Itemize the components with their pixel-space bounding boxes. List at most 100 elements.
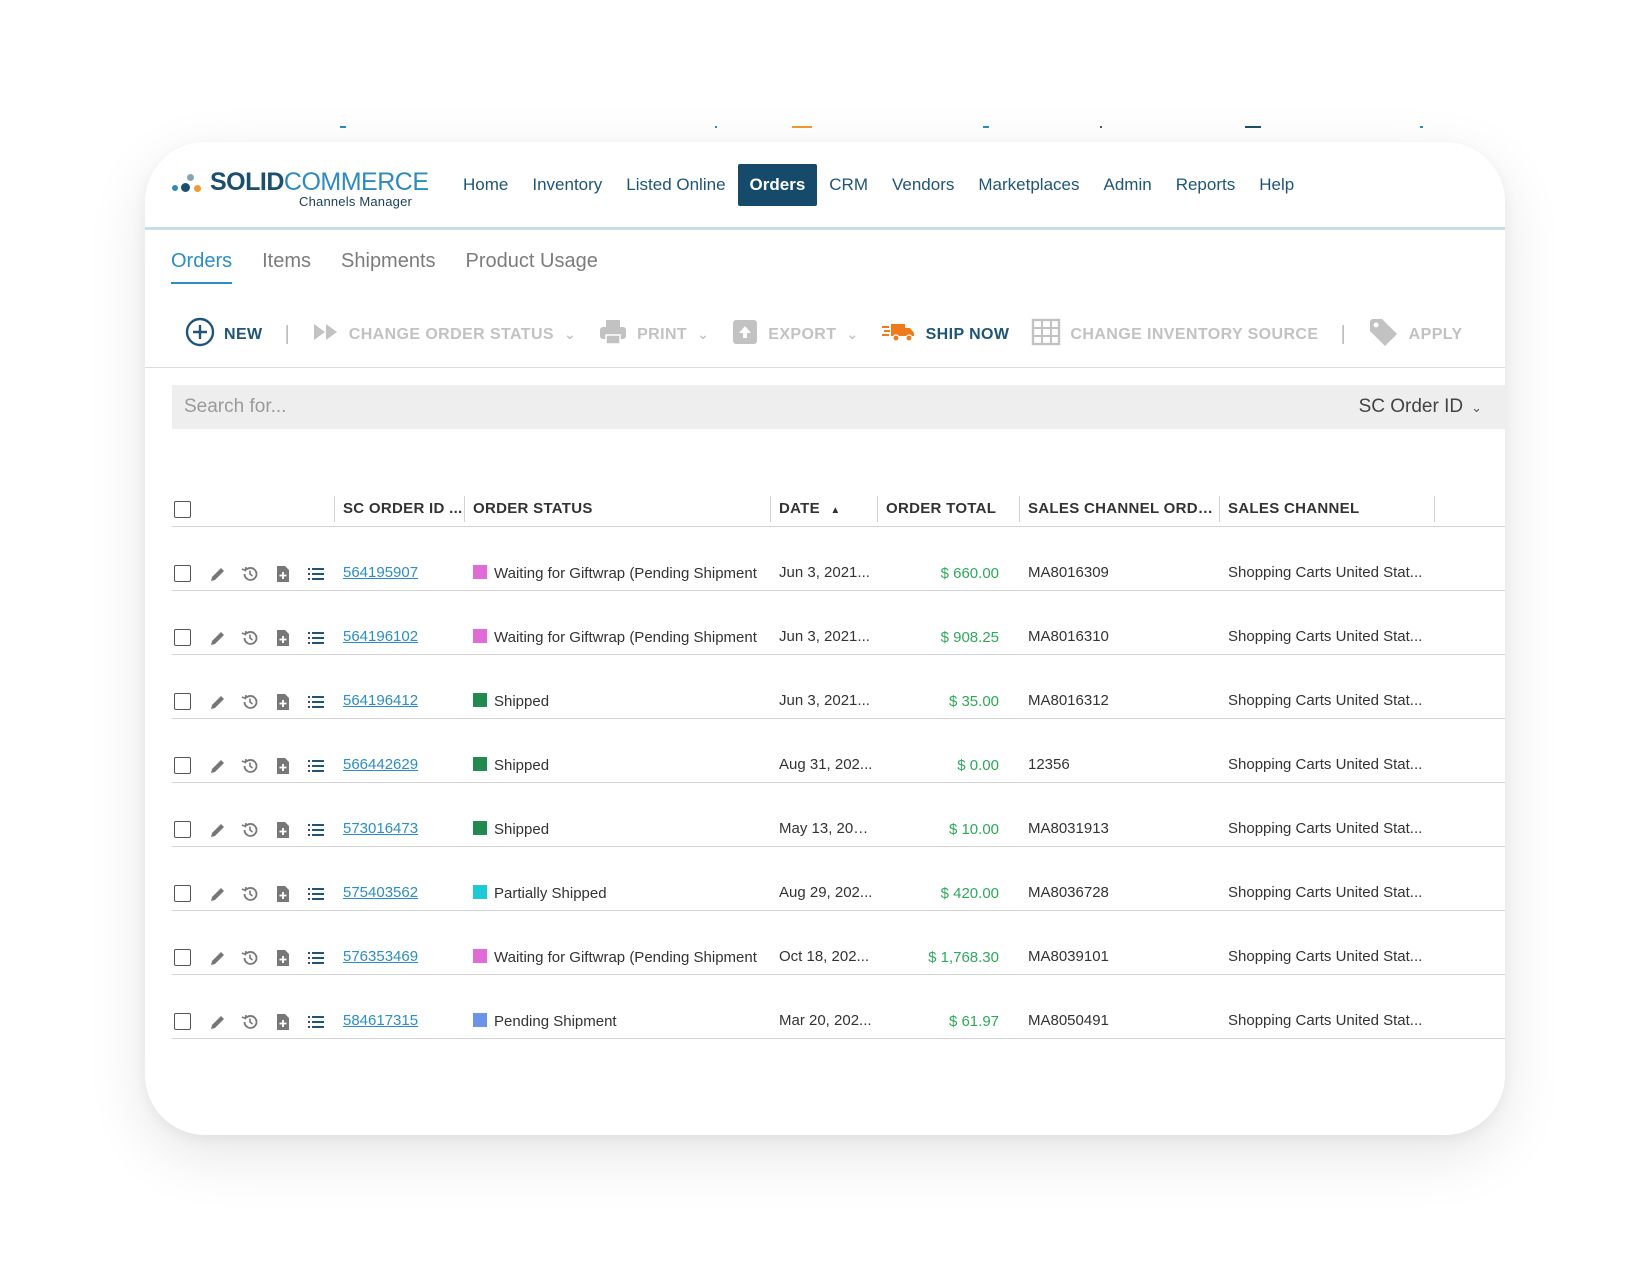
tab-product-usage[interactable]: Product Usage [466, 250, 598, 284]
sales-channel-cell: Shopping Carts United Stat... [1228, 692, 1423, 709]
nav-item-inventory[interactable]: Inventory [520, 164, 614, 206]
column-header-sales-channel[interactable]: SALES CHANNEL [1221, 492, 1433, 527]
order-id-link[interactable]: 564196412 [343, 692, 463, 709]
nav-item-home[interactable]: Home [451, 164, 520, 206]
table-row[interactable]: 573016473 Shipped May 13, 202... $ 10.00… [172, 783, 1505, 847]
table-row[interactable]: 575403562 Partially Shipped Aug 29, 202.… [172, 847, 1505, 911]
edit-pencil-icon[interactable] [208, 948, 228, 968]
edit-pencil-icon[interactable] [208, 564, 228, 584]
table-row[interactable]: 566442629 Shipped Aug 31, 202... $ 0.00 … [172, 719, 1505, 783]
row-checkbox[interactable] [174, 1013, 191, 1030]
row-checkbox[interactable] [174, 757, 191, 774]
add-document-icon[interactable] [273, 692, 293, 712]
column-header-date[interactable]: DATE ▲ [772, 492, 876, 527]
apply-tag-button[interactable]: APPLY [1368, 317, 1463, 352]
history-icon[interactable] [240, 884, 260, 904]
row-checkbox[interactable] [174, 565, 191, 582]
chevron-down-icon: ⌄ [563, 326, 577, 342]
tab-orders[interactable]: Orders [171, 250, 233, 284]
edit-pencil-icon[interactable] [208, 756, 228, 776]
print-button[interactable]: PRINT ⌄ [598, 318, 709, 351]
table-row[interactable]: 584617315 Pending Shipment Mar 20, 202..… [172, 975, 1505, 1039]
add-document-icon[interactable] [273, 756, 293, 776]
details-list-icon[interactable] [306, 692, 326, 712]
logo-dots-icon [172, 174, 208, 200]
column-header-order-total[interactable]: ORDER TOTAL [879, 492, 1017, 527]
new-button[interactable]: NEW [185, 317, 263, 352]
history-icon[interactable] [240, 564, 260, 584]
select-all-checkbox[interactable] [174, 501, 191, 518]
status-color-swatch [473, 757, 487, 771]
nav-item-admin[interactable]: Admin [1092, 164, 1164, 206]
tab-items[interactable]: Items [262, 250, 311, 284]
column-header-order-status[interactable]: ORDER STATUS [466, 492, 766, 527]
column-header-sc-order-id[interactable]: SC ORDER ID ... [336, 492, 463, 527]
add-document-icon[interactable] [273, 820, 293, 840]
edit-pencil-icon[interactable] [208, 884, 228, 904]
table-row[interactable]: 564195907 Waiting for Giftwrap (Pending … [172, 527, 1505, 591]
history-icon[interactable] [240, 628, 260, 648]
sales-channel-cell: Shopping Carts United Stat... [1228, 1012, 1423, 1029]
add-document-icon[interactable] [273, 948, 293, 968]
row-checkbox[interactable] [174, 629, 191, 646]
change-inventory-source-button[interactable]: CHANGE INVENTORY SOURCE [1031, 318, 1318, 351]
export-button[interactable]: EXPORT ⌄ [731, 318, 858, 351]
status-color-swatch [473, 949, 487, 963]
details-list-icon[interactable] [306, 1012, 326, 1032]
order-id-link[interactable]: 584617315 [343, 1012, 463, 1029]
order-id-link[interactable]: 575403562 [343, 884, 463, 901]
nav-item-orders[interactable]: Orders [737, 164, 818, 206]
edit-pencil-icon[interactable] [208, 820, 228, 840]
add-document-icon[interactable] [273, 628, 293, 648]
order-status-text: Partially Shipped [494, 885, 607, 902]
search-field-select[interactable]: SC Order ID ⌄ [1359, 385, 1482, 429]
ship-now-button[interactable]: SHIP NOW [881, 320, 1010, 349]
table-row[interactable]: 564196102 Waiting for Giftwrap (Pending … [172, 591, 1505, 655]
nav-item-reports[interactable]: Reports [1164, 164, 1248, 206]
section-tabs: Orders Items Shipments Product Usage [171, 250, 628, 284]
order-date-cell: Aug 31, 202... [779, 756, 873, 773]
row-checkbox[interactable] [174, 949, 191, 966]
add-document-icon[interactable] [273, 564, 293, 584]
order-id-link[interactable]: 576353469 [343, 948, 463, 965]
edit-pencil-icon[interactable] [208, 692, 228, 712]
history-icon[interactable] [240, 692, 260, 712]
row-checkbox[interactable] [174, 693, 191, 710]
details-list-icon[interactable] [306, 564, 326, 584]
order-id-link[interactable]: 573016473 [343, 820, 463, 837]
nav-item-marketplaces[interactable]: Marketplaces [966, 164, 1091, 206]
history-icon[interactable] [240, 820, 260, 840]
order-date-cell: May 13, 202... [779, 820, 874, 837]
details-list-icon[interactable] [306, 756, 326, 776]
nav-item-listed-online[interactable]: Listed Online [614, 164, 737, 206]
row-checkbox[interactable] [174, 821, 191, 838]
table-row[interactable]: 576353469 Waiting for Giftwrap (Pending … [172, 911, 1505, 975]
row-checkbox[interactable] [174, 885, 191, 902]
add-document-icon[interactable] [273, 884, 293, 904]
nav-item-crm[interactable]: CRM [817, 164, 880, 206]
order-status-cell: Shipped [473, 757, 768, 774]
grid-body: 564195907 Waiting for Giftwrap (Pending … [172, 527, 1505, 1039]
solid-commerce-logo[interactable]: SOLIDCOMMERCE Channels Manager [172, 168, 432, 209]
details-list-icon[interactable] [306, 820, 326, 840]
search-input[interactable] [184, 385, 1284, 429]
nav-item-help[interactable]: Help [1247, 164, 1306, 206]
history-icon[interactable] [240, 948, 260, 968]
history-icon[interactable] [240, 756, 260, 776]
edit-pencil-icon[interactable] [208, 628, 228, 648]
history-icon[interactable] [240, 1012, 260, 1032]
details-list-icon[interactable] [306, 948, 326, 968]
change-order-status-button[interactable]: CHANGE ORDER STATUS ⌄ [312, 322, 576, 347]
details-list-icon[interactable] [306, 884, 326, 904]
table-row[interactable]: 564196412 Shipped Jun 3, 2021... $ 35.00… [172, 655, 1505, 719]
add-document-icon[interactable] [273, 1012, 293, 1032]
details-list-icon[interactable] [306, 628, 326, 648]
order-id-link[interactable]: 566442629 [343, 756, 463, 773]
order-status-cell: Partially Shipped [473, 885, 768, 902]
nav-item-vendors[interactable]: Vendors [880, 164, 966, 206]
order-id-link[interactable]: 564195907 [343, 564, 463, 581]
edit-pencil-icon[interactable] [208, 1012, 228, 1032]
column-header-sales-channel-order[interactable]: SALES CHANNEL ORDER... [1021, 492, 1218, 527]
order-id-link[interactable]: 564196102 [343, 628, 463, 645]
tab-shipments[interactable]: Shipments [341, 250, 436, 284]
